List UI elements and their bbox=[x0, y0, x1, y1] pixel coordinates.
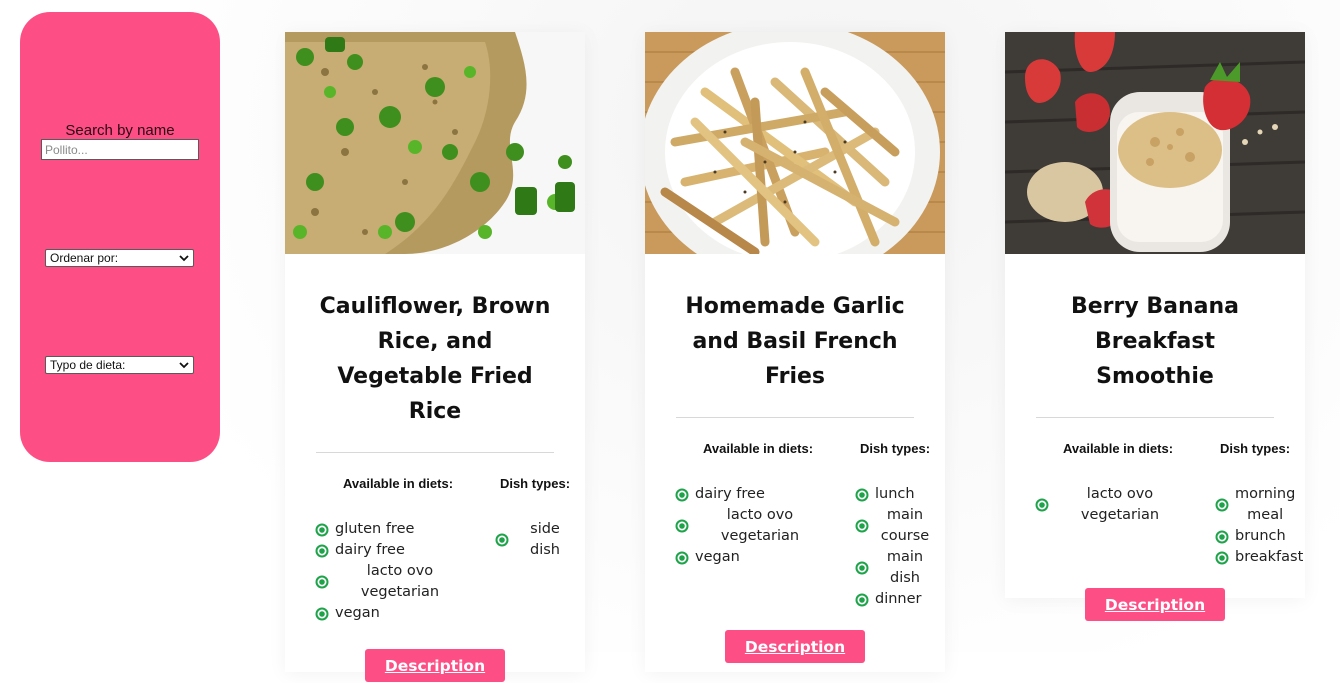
radio-dot-icon bbox=[855, 519, 869, 533]
smoothie-photo bbox=[1005, 32, 1305, 254]
recipe-title: Homemade Garlic and Basil French Fries bbox=[685, 294, 905, 389]
diets-heading: Available in diets: bbox=[1062, 441, 1174, 456]
radio-dot-icon bbox=[855, 561, 869, 575]
divider bbox=[1036, 417, 1274, 418]
diets-heading: Available in diets: bbox=[702, 441, 814, 456]
radio-dot-icon bbox=[315, 523, 329, 536]
dish-types-heading: Dish types: bbox=[499, 476, 571, 491]
diet-type-select-value: Typo de dieta: bbox=[50, 358, 126, 372]
dish-type-list: side dish bbox=[495, 519, 575, 561]
radio-dot-icon bbox=[1215, 498, 1229, 512]
dish-type-item: morning meal bbox=[1215, 484, 1295, 526]
diet-list: lacto ovo vegetarian bbox=[1035, 484, 1185, 526]
radio-dot-icon bbox=[1215, 530, 1229, 543]
fried-rice-photo bbox=[285, 32, 585, 254]
diet-item: vegan bbox=[315, 603, 465, 624]
diets-heading: Available in diets: bbox=[342, 476, 454, 491]
diet-item: dairy free bbox=[315, 540, 465, 561]
radio-dot-icon bbox=[495, 533, 509, 547]
recipe-card: Homemade Garlic and Basil French Fries A… bbox=[645, 32, 945, 672]
order-by-select[interactable]: Ordenar por: bbox=[45, 249, 194, 267]
radio-dot-icon bbox=[855, 488, 869, 501]
diet-item: lacto ovo vegetarian bbox=[1035, 484, 1185, 526]
radio-dot-icon bbox=[315, 544, 329, 557]
description-button[interactable]: Description bbox=[1085, 588, 1225, 621]
radio-dot-icon bbox=[675, 488, 689, 501]
description-button[interactable]: Description bbox=[365, 649, 505, 682]
dish-type-list: morning meal brunch breakfast bbox=[1215, 484, 1303, 568]
divider bbox=[676, 417, 914, 418]
filter-sidebar: Search by name Ordenar por: Typo de diet… bbox=[20, 12, 220, 462]
search-input[interactable] bbox=[41, 139, 199, 160]
search-label: Search by name bbox=[65, 122, 175, 139]
diet-item: gluten free bbox=[315, 519, 465, 540]
diet-type-select[interactable]: Typo de dieta: bbox=[45, 356, 194, 374]
dish-type-item: lunch bbox=[855, 484, 935, 505]
diet-item: dairy free bbox=[675, 484, 825, 505]
radio-dot-icon bbox=[1035, 498, 1049, 512]
radio-dot-icon bbox=[675, 551, 689, 564]
diet-list: dairy free lacto ovo vegetarian vegan bbox=[675, 484, 825, 568]
dish-type-item: main dish bbox=[855, 547, 935, 589]
chevron-down-icon bbox=[179, 362, 189, 369]
french-fries-photo bbox=[645, 32, 945, 254]
diet-item: lacto ovo vegetarian bbox=[315, 561, 465, 603]
description-button[interactable]: Description bbox=[725, 630, 865, 663]
order-by-select-value: Ordenar por: bbox=[50, 251, 119, 265]
dish-types-heading: Dish types: bbox=[859, 441, 931, 456]
radio-dot-icon bbox=[1215, 551, 1229, 564]
recipe-title: Cauliflower, Brown Rice, and Vegetable F… bbox=[319, 294, 551, 424]
radio-dot-icon bbox=[315, 575, 329, 589]
divider bbox=[316, 452, 554, 453]
chevron-down-icon bbox=[179, 255, 189, 262]
dish-types-heading: Dish types: bbox=[1219, 441, 1291, 456]
recipe-card: Cauliflower, Brown Rice, and Vegetable F… bbox=[285, 32, 585, 682]
diet-item: vegan bbox=[675, 547, 825, 568]
radio-dot-icon bbox=[855, 593, 869, 606]
recipe-card: Berry Banana Breakfast Smoothie Availabl… bbox=[1005, 32, 1305, 621]
recipe-title: Berry Banana Breakfast Smoothie bbox=[1070, 294, 1240, 389]
dish-type-item: brunch bbox=[1215, 526, 1295, 547]
diet-list: gluten free dairy free lacto ovo vegetar… bbox=[315, 519, 465, 624]
dish-type-item: main course bbox=[855, 505, 935, 547]
dish-type-item: side dish bbox=[495, 519, 575, 561]
radio-dot-icon bbox=[675, 519, 689, 533]
diet-item: lacto ovo vegetarian bbox=[675, 505, 825, 547]
radio-dot-icon bbox=[315, 607, 329, 620]
dish-type-list: lunch main course main dish dinner bbox=[855, 484, 935, 610]
dish-type-item: breakfast bbox=[1215, 547, 1303, 568]
dish-type-item: dinner bbox=[855, 589, 935, 610]
